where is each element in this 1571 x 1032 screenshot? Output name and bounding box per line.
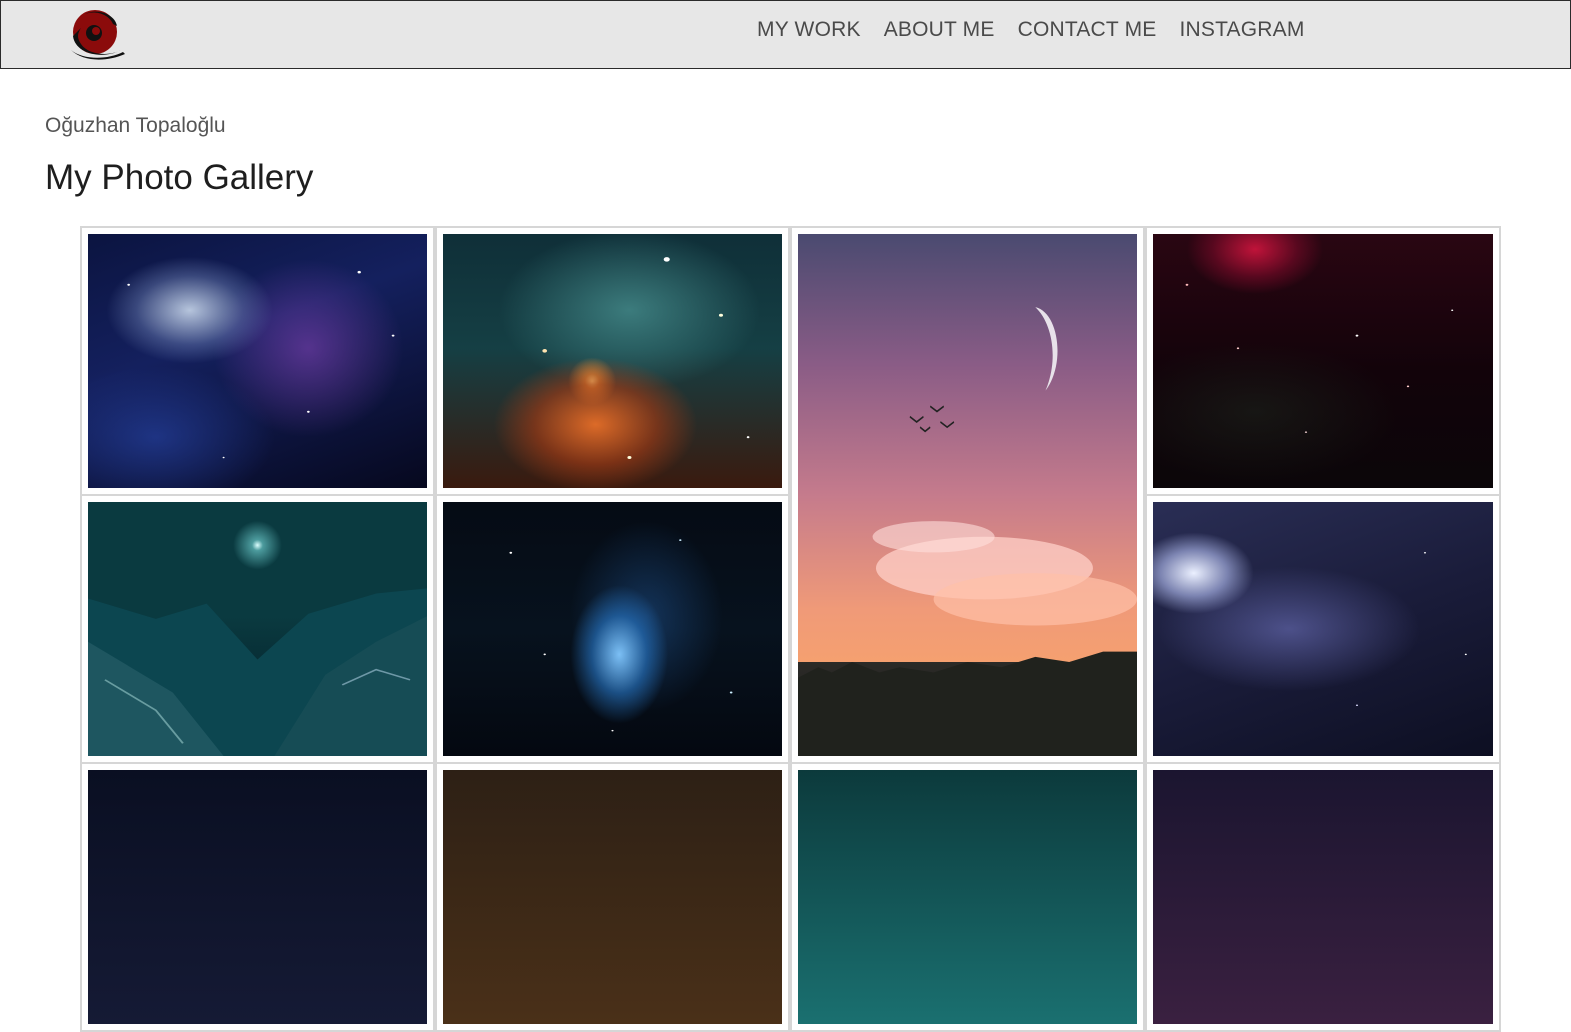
nav-instagram[interactable]: INSTAGRAM bbox=[1179, 18, 1304, 42]
gallery-item[interactable] bbox=[790, 226, 1145, 764]
gallery-item[interactable] bbox=[80, 762, 435, 1032]
nav-my-work[interactable]: MY WORK bbox=[757, 18, 861, 42]
photo-stars bbox=[1355, 552, 1467, 706]
gallery-item[interactable] bbox=[435, 494, 790, 764]
page-title: My Photo Gallery bbox=[45, 158, 314, 197]
main-nav: MY WORK ABOUT ME CONTACT ME INSTAGRAM bbox=[757, 18, 1305, 42]
gallery-item[interactable] bbox=[1145, 494, 1501, 764]
gallery-photo-sunset-sky[interactable] bbox=[798, 234, 1137, 756]
gallery-item[interactable] bbox=[80, 226, 435, 496]
gallery-item[interactable] bbox=[435, 762, 790, 1032]
photo-scene bbox=[88, 588, 427, 756]
gallery-item[interactable] bbox=[1145, 762, 1501, 1032]
author-name: Oğuzhan Topaloğlu bbox=[45, 114, 226, 137]
photo-stars bbox=[509, 539, 733, 732]
nav-about-me[interactable]: ABOUT ME bbox=[884, 18, 995, 42]
gallery-photo-nebula[interactable] bbox=[443, 502, 782, 756]
gallery-photo-starfield[interactable] bbox=[1153, 234, 1493, 488]
gallery-item[interactable] bbox=[435, 226, 790, 496]
gallery-photo-galaxy[interactable] bbox=[1153, 502, 1493, 756]
photo-gallery bbox=[80, 226, 1501, 1032]
gallery-item[interactable] bbox=[1145, 226, 1501, 496]
photo-stars bbox=[542, 257, 750, 460]
gallery-photo-nebula[interactable] bbox=[88, 234, 427, 488]
photo-stars bbox=[127, 270, 395, 459]
gallery-photo-nebula[interactable] bbox=[443, 770, 782, 1024]
gallery-photo-nebula[interactable] bbox=[88, 770, 427, 1024]
photo-scene bbox=[798, 307, 1137, 756]
photo-stars bbox=[1185, 283, 1454, 433]
gallery-photo-nebula[interactable] bbox=[1153, 770, 1493, 1024]
gallery-photo-nebula[interactable] bbox=[798, 770, 1137, 1024]
gallery-photo-nebula[interactable] bbox=[443, 234, 782, 488]
nav-contact-me[interactable]: CONTACT ME bbox=[1018, 18, 1157, 42]
gallery-photo-mountains[interactable] bbox=[88, 502, 427, 756]
gallery-item[interactable] bbox=[790, 762, 1145, 1032]
swirl-logo-icon[interactable] bbox=[63, 6, 127, 60]
top-navbar: MY WORK ABOUT ME CONTACT ME INSTAGRAM bbox=[0, 0, 1571, 69]
gallery-item[interactable] bbox=[80, 494, 435, 764]
